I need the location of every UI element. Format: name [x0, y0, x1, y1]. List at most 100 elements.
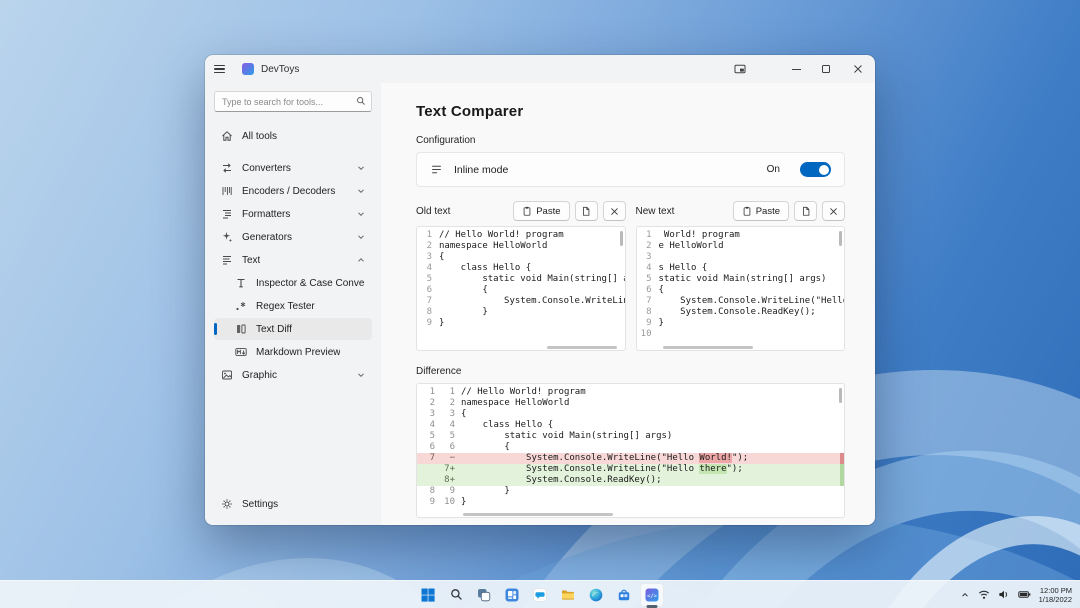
chevron-up-icon	[357, 256, 365, 264]
difference-editor[interactable]: 11// Hello World! program 22namespace He…	[416, 383, 845, 518]
new-text-label: New text	[636, 206, 675, 217]
new-paste-button[interactable]: Paste	[733, 201, 789, 221]
sidebar-item-regex-tester[interactable]: Regex Tester	[214, 295, 372, 317]
chat-button[interactable]	[528, 583, 552, 607]
new-clear-button[interactable]	[822, 201, 845, 221]
sidebar-item-all-tools[interactable]: All tools	[214, 125, 372, 147]
chevron-down-icon	[357, 210, 365, 218]
horizontal-scrollbar-thumb[interactable]	[463, 513, 613, 516]
diff-line-number-new: 2	[439, 398, 461, 409]
diff-line-text: namespace HelloWorld	[461, 398, 844, 409]
chevron-down-icon	[357, 371, 365, 379]
code-line: 2e HelloWorld	[637, 241, 845, 252]
line-number: 8	[417, 307, 439, 318]
inline-mode-setting-card: Inline mode On	[416, 152, 845, 187]
code-line: 5static void Main(string[] args)	[637, 274, 845, 285]
code-line: 5 static void Main(string[] args)	[417, 274, 625, 285]
devtoys-taskbar-button[interactable]: </>	[640, 583, 664, 607]
converters-icon	[221, 162, 233, 174]
search-icon	[356, 96, 366, 106]
paste-label: Paste	[756, 206, 780, 217]
line-number: 1	[637, 230, 659, 241]
text-diff-icon	[235, 323, 247, 335]
code-line: 1// Hello World! program	[417, 230, 625, 241]
old-paste-button[interactable]: Paste	[513, 201, 569, 221]
diff-line-number-new: 10	[439, 497, 461, 508]
clear-icon	[829, 207, 838, 216]
sidebar-item-settings[interactable]: Settings	[214, 493, 372, 515]
chevron-down-icon	[357, 187, 365, 195]
new-text-buttons: Paste	[733, 201, 845, 221]
edge-button[interactable]	[584, 583, 608, 607]
code-line: 7 System.Console.WriteLine("Hello there"…	[637, 296, 845, 307]
chevron-down-icon	[357, 164, 365, 172]
sidebar-item-generators[interactable]: Generators	[214, 226, 372, 248]
battery-icon[interactable]	[1018, 589, 1031, 600]
sidebar-item-converters[interactable]: Converters	[214, 157, 372, 179]
start-button[interactable]	[416, 583, 440, 607]
line-text: }	[439, 307, 488, 318]
sidebar-item-markdown-preview[interactable]: Markdown Preview	[214, 341, 372, 363]
code-line: 9}	[417, 318, 625, 329]
code-line: 8 System.Console.ReadKey();	[637, 307, 845, 318]
horizontal-scrollbar-thumb[interactable]	[663, 346, 753, 349]
line-number: 6	[637, 285, 659, 296]
inline-mode-icon	[430, 163, 443, 176]
horizontal-scrollbar-thumb[interactable]	[547, 346, 617, 349]
toggle-state-label: On	[767, 164, 780, 175]
hamburger-menu-button[interactable]	[214, 59, 236, 79]
old-clear-button[interactable]	[603, 201, 626, 221]
clock-date[interactable]: 12:00 PM 1/18/2022	[1039, 586, 1072, 604]
titlebar[interactable]: DevToys	[205, 55, 875, 83]
close-icon	[853, 64, 863, 74]
sidebar-item-encoders-decoders[interactable]: Encoders / Decoders	[214, 180, 372, 202]
difference-label: Difference	[416, 366, 845, 377]
file-icon	[581, 206, 591, 217]
close-button[interactable]	[841, 55, 875, 83]
volume-icon[interactable]	[998, 589, 1010, 600]
main-content: Text Comparer Configuration Inline mode …	[381, 83, 875, 525]
vertical-scrollbar-thumb[interactable]	[620, 231, 623, 246]
new-load-file-button[interactable]	[794, 201, 817, 221]
removed-word-highlight: World!	[699, 453, 732, 463]
line-text: e HelloWorld	[659, 241, 724, 252]
diff-added-marker: 8+	[439, 475, 461, 486]
task-view-icon	[477, 588, 491, 602]
sidebar-item-label: Inspector & Case Converter	[256, 278, 365, 289]
code-line: 7 System.Console.WriteLine("Hello World!…	[417, 296, 625, 307]
sidebar-item-formatters[interactable]: Formatters	[214, 203, 372, 225]
compact-overlay-button[interactable]	[725, 55, 755, 83]
gear-icon	[221, 498, 233, 510]
line-number: 3	[637, 252, 659, 263]
new-text-editor[interactable]: 1 World! program 2e HelloWorld 3 4s Hell…	[636, 226, 846, 351]
line-number: 7	[637, 296, 659, 307]
line-text: {	[439, 252, 444, 263]
task-view-button[interactable]	[472, 583, 496, 607]
taskbar-search-button[interactable]	[444, 583, 468, 607]
sidebar-item-text-diff[interactable]: Text Diff	[214, 318, 372, 340]
line-text: }	[439, 318, 444, 329]
file-explorer-button[interactable]	[556, 583, 580, 607]
old-text-buttons: Paste	[513, 201, 625, 221]
search-input[interactable]	[214, 91, 372, 112]
sidebar-footer: Settings	[214, 493, 372, 515]
store-button[interactable]	[612, 583, 636, 607]
vertical-scrollbar-thumb[interactable]	[839, 231, 842, 246]
formatters-icon	[221, 208, 233, 220]
line-text: static void Main(string[] args)	[439, 274, 626, 285]
old-load-file-button[interactable]	[575, 201, 598, 221]
sidebar-item-graphic[interactable]: Graphic	[214, 364, 372, 386]
diff-line-number-old: 5	[417, 431, 439, 442]
maximize-button[interactable]	[811, 55, 841, 83]
minimize-button[interactable]	[781, 55, 811, 83]
widgets-button[interactable]	[500, 583, 524, 607]
wifi-icon[interactable]	[978, 589, 990, 600]
line-number: 10	[637, 329, 659, 340]
sidebar-item-inspector-case-converter[interactable]: Inspector & Case Converter	[214, 272, 372, 294]
vertical-scrollbar-thumb[interactable]	[839, 388, 842, 403]
inline-mode-toggle[interactable]	[800, 162, 831, 177]
code-line: 3	[637, 252, 845, 263]
tray-chevron-up-icon[interactable]	[960, 590, 970, 600]
sidebar-item-text[interactable]: Text	[214, 249, 372, 271]
old-text-editor[interactable]: 1// Hello World! program 2namespace Hell…	[416, 226, 626, 351]
